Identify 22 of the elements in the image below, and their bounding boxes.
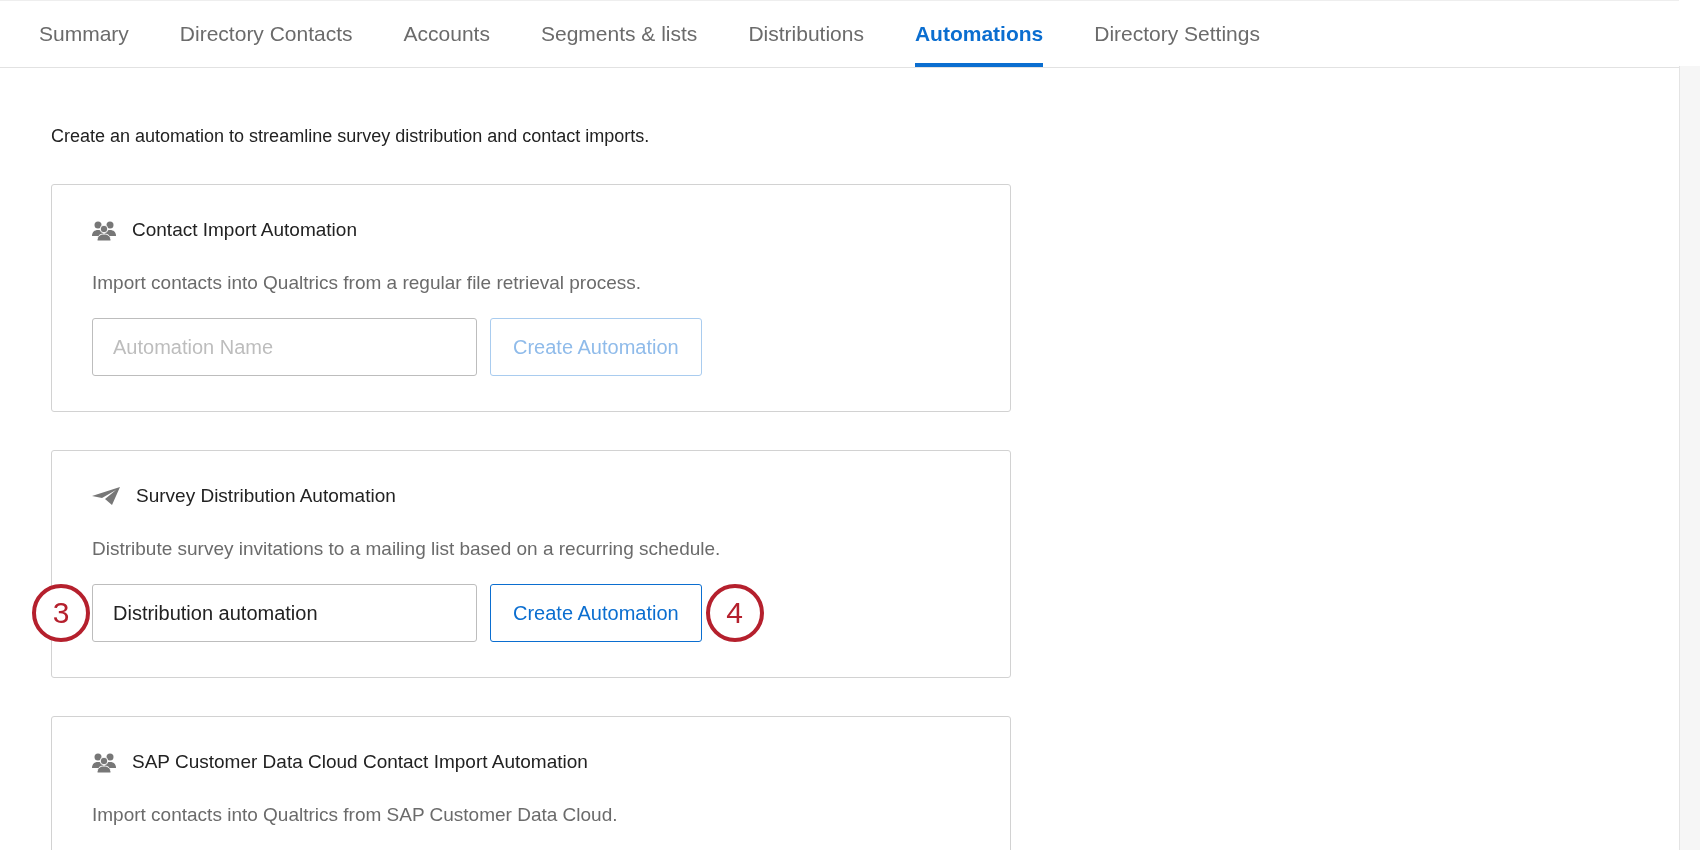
people-icon xyxy=(92,751,116,773)
card-description: Import contacts into Qualtrics from a regular file retrieval process. xyxy=(92,272,643,294)
card-title: Survey Distribution Automation xyxy=(136,485,396,507)
paper-plane-icon xyxy=(92,487,120,505)
tab[interactable]: Automations xyxy=(914,1,1044,67)
automation-name-field[interactable]: Distribution automation xyxy=(92,584,477,642)
tab[interactable]: Distributions xyxy=(748,1,864,67)
people-icon xyxy=(92,219,116,241)
step-callout: 4 xyxy=(705,584,764,642)
card-title: Contact Import Automation xyxy=(132,219,357,241)
card-description: Distribute survey invitations to a mailing list based on a recurring schedule. xyxy=(92,538,722,560)
step-callout: 3 xyxy=(32,584,90,642)
tab[interactable]: Directory Contacts xyxy=(179,1,353,67)
card-description: Import contacts into Qualtrics from SAP Customer Data Cloud. xyxy=(92,804,619,826)
tab[interactable]: Segments & lists xyxy=(540,1,698,67)
create-automation-button[interactable]: Create Automation xyxy=(490,584,702,642)
automation-name-field[interactable]: Automation Name xyxy=(92,318,477,376)
tab[interactable]: Summary xyxy=(39,1,129,67)
tab[interactable]: Directory Settings xyxy=(1094,1,1260,67)
card-title: SAP Customer Data Cloud Contact Import Automation xyxy=(132,751,588,773)
tab[interactable]: Accounts xyxy=(403,1,490,67)
intro-text: Create an automation to streamline survey distribution and contact imports. xyxy=(51,126,651,147)
